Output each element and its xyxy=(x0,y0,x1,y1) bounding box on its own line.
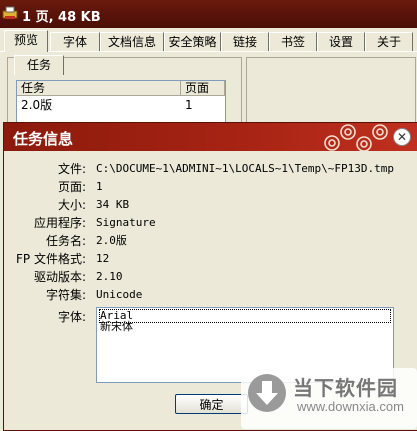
dialog-titlebar: 任务信息 ✕ xyxy=(4,123,417,151)
swirl-decoration-icon xyxy=(324,124,388,151)
list-item[interactable]: 新宋体 xyxy=(100,321,133,333)
page-label: 页面: xyxy=(57,180,86,194)
dialog-title: 任务信息 xyxy=(13,130,74,148)
tab-settings[interactable]: 设置 xyxy=(317,32,365,51)
task-name-label: 任务名: xyxy=(45,234,86,248)
watermark-name: 当下软件园 xyxy=(293,376,398,400)
watermark-url: www.downxia.com xyxy=(297,399,404,414)
charset-value: Unicode xyxy=(96,288,143,301)
close-icon[interactable]: ✕ xyxy=(393,128,411,146)
window-title: 1 页, 48 KB xyxy=(22,10,101,25)
column-header-task[interactable]: 任务 xyxy=(17,81,181,96)
application-label: 应用程序: xyxy=(33,216,86,230)
fp-format-value: 12 xyxy=(96,252,110,265)
watermark: 当下软件园 www.downxia.com xyxy=(241,368,417,429)
subtab-tasks[interactable]: 任务 xyxy=(14,55,64,75)
tab-security[interactable]: 安全策略 xyxy=(164,32,221,51)
fp-format-label: FP 文件格式: xyxy=(16,252,86,266)
ok-button[interactable]: 确定 xyxy=(175,394,248,414)
file-value: C:\DOCUME~1\ADMINI~1\LOCALS~1\Temp\~FP13… xyxy=(96,162,395,175)
tab-document-info[interactable]: 文档信息 xyxy=(100,32,164,51)
task-name-value: 2.0版 xyxy=(96,234,127,247)
page-cell: 1 xyxy=(185,98,193,112)
tab-links[interactable]: 链接 xyxy=(221,32,269,51)
download-arrow-icon xyxy=(248,374,286,412)
tab-bookmarks[interactable]: 书签 xyxy=(269,32,317,51)
app-titlebar: 1 页, 48 KB xyxy=(0,0,417,28)
tab-preview[interactable]: 预览 xyxy=(4,30,48,52)
size-value: 34 KB xyxy=(96,198,130,211)
tab-about[interactable]: 关于 xyxy=(365,32,413,51)
driver-version-label: 驱动版本: xyxy=(33,270,86,284)
tab-fonts[interactable]: 字体 xyxy=(50,32,100,51)
driver-version-value: 2.10 xyxy=(96,270,123,283)
list-item[interactable]: Arial xyxy=(99,309,391,323)
tab-bar: 预览 字体 文档信息 安全策略 链接 书签 设置 关于 xyxy=(0,30,417,52)
column-header-page[interactable]: 页面 xyxy=(181,81,225,96)
task-cell: 2.0版 xyxy=(21,98,53,112)
printer-app-icon xyxy=(2,6,18,19)
page-value: 1 xyxy=(96,180,103,193)
tab-divider xyxy=(0,51,417,52)
size-label: 大小: xyxy=(57,198,86,212)
fonts-label: 字体: xyxy=(57,310,86,324)
file-label: 文件: xyxy=(57,162,86,176)
charset-label: 字符集: xyxy=(45,288,86,302)
task-list[interactable]: 任务 页面 2.0版 1 xyxy=(16,80,226,128)
application-value: Signature xyxy=(96,216,156,229)
